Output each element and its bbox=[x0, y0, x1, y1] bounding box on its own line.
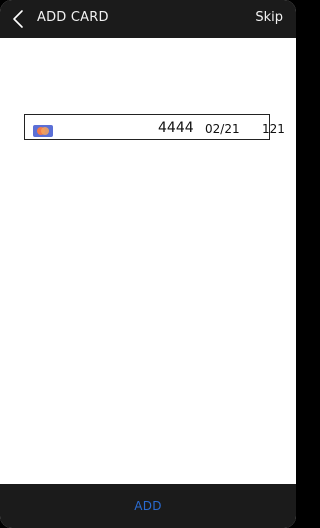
card-last4[interactable]: 4444 bbox=[158, 120, 194, 136]
card-entry-field[interactable]: 4444 02/21 121 bbox=[24, 114, 285, 140]
top-bar: ADD CARD Skip bbox=[0, 0, 296, 38]
add-card-screen: ADD CARD Skip 4444 02/21 121 ADD bbox=[0, 0, 296, 528]
page-title: ADD CARD bbox=[37, 10, 109, 25]
credit-card-icon bbox=[33, 122, 53, 137]
skip-button[interactable]: Skip bbox=[255, 10, 283, 25]
card-expiry[interactable]: 02/21 bbox=[205, 122, 240, 136]
chevron-left-icon[interactable] bbox=[10, 9, 28, 29]
add-button[interactable]: ADD bbox=[0, 484, 296, 528]
card-cvc[interactable]: 121 bbox=[262, 122, 285, 136]
